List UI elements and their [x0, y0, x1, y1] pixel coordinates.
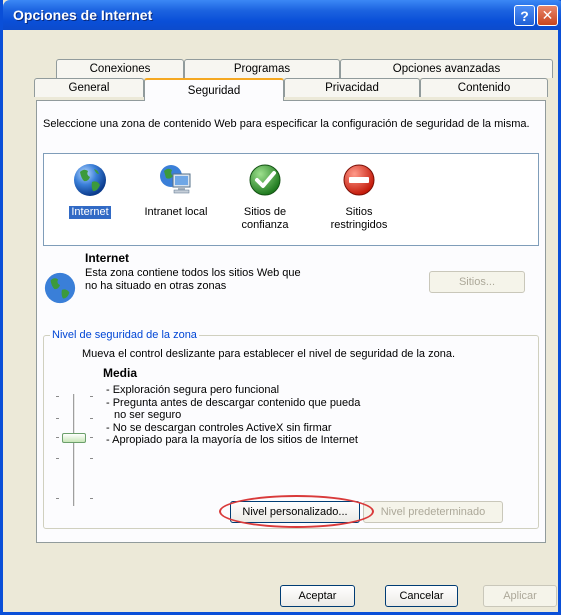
- level-description-item: - Pregunta antes de descargar contenido …: [106, 396, 361, 409]
- security-slider-track[interactable]: [73, 394, 76, 506]
- apply-button[interactable]: Aplicar: [483, 585, 557, 607]
- zone-sitios-restringidos[interactable]: Sitios restringidos: [314, 162, 404, 232]
- internet-options-dialog: Opciones de Internet ? ✕ Conexiones Prog…: [0, 0, 561, 615]
- zone-label: Sitios de confianza: [241, 206, 289, 231]
- zone-intranet-local[interactable]: Intranet local: [134, 162, 218, 219]
- zone-label: Intranet local: [144, 206, 208, 218]
- level-description-item: - Exploración segura pero funcional: [106, 384, 280, 396]
- slider-instruction: Mueva el control deslizante para estable…: [82, 348, 456, 360]
- close-button[interactable]: ✕: [537, 5, 558, 26]
- slider-tick: [56, 396, 59, 397]
- zone-list: Internet Intranet local Sitios de confia…: [43, 153, 539, 246]
- ok-button[interactable]: Aceptar: [280, 585, 355, 607]
- tab-conexiones[interactable]: Conexiones: [56, 59, 184, 78]
- slider-tick: [56, 437, 59, 438]
- slider-tick: [90, 498, 93, 499]
- intranet-computer-icon: [160, 165, 191, 194]
- level-description-list: - Exploración segura pero funcional - Pr…: [106, 384, 466, 447]
- tab-general[interactable]: General: [34, 78, 144, 97]
- tab-privacidad[interactable]: Privacidad: [284, 78, 420, 97]
- slider-tick: [90, 437, 93, 438]
- slider-tick: [56, 498, 59, 499]
- tab-seguridad[interactable]: Seguridad: [144, 78, 284, 101]
- slider-tick: [90, 396, 93, 397]
- slider-tick: [90, 418, 93, 419]
- cancel-button[interactable]: Cancelar: [385, 585, 458, 607]
- tab-contenido[interactable]: Contenido: [420, 78, 548, 97]
- level-description-item: - Apropiado para la mayoría de los sitio…: [106, 434, 358, 446]
- zone-label: Sitios restringidos: [330, 206, 388, 231]
- custom-level-button[interactable]: Nivel personalizado...: [230, 501, 360, 523]
- level-description-item: no ser seguro: [114, 409, 182, 421]
- no-entry-icon: [343, 164, 375, 196]
- globe-icon: [74, 164, 106, 196]
- security-level-group: Nivel de seguridad de la zona Mueva el c…: [43, 329, 539, 529]
- zone-intro-text: Seleccione una zona de contenido Web par…: [43, 118, 530, 130]
- slider-tick: [90, 458, 93, 459]
- security-slider-thumb[interactable]: [62, 433, 86, 443]
- globe-icon: [44, 272, 76, 304]
- help-button[interactable]: ?: [514, 5, 535, 26]
- help-icon: ?: [520, 7, 529, 24]
- selected-zone-description: Esta zona contiene todos los sitios Web …: [85, 267, 301, 292]
- zone-sitios-de-confianza[interactable]: Sitios de confianza: [220, 162, 310, 232]
- tab-programas[interactable]: Programas: [184, 59, 340, 78]
- level-description-item: - No se descargan controles ActiveX sin …: [106, 421, 332, 434]
- close-icon: ✕: [541, 7, 554, 23]
- security-level-name: Media: [103, 366, 138, 380]
- check-icon: [249, 164, 281, 196]
- window-title: Opciones de Internet: [13, 7, 153, 23]
- slider-tick: [56, 418, 59, 419]
- title-bar[interactable]: Opciones de Internet ? ✕: [3, 0, 561, 30]
- security-level-legend: Nivel de seguridad de la zona: [50, 329, 199, 341]
- security-tab-panel: Seleccione una zona de contenido Web par…: [36, 100, 546, 543]
- default-level-button[interactable]: Nivel predeterminado: [363, 501, 503, 523]
- zone-label: Internet: [69, 206, 111, 219]
- zone-internet[interactable]: Internet: [48, 162, 132, 219]
- selected-zone-title: Internet: [85, 251, 130, 265]
- sites-button[interactable]: Sitios...: [429, 271, 525, 293]
- tab-opciones-avanzadas[interactable]: Opciones avanzadas: [340, 59, 553, 78]
- slider-tick: [56, 458, 59, 459]
